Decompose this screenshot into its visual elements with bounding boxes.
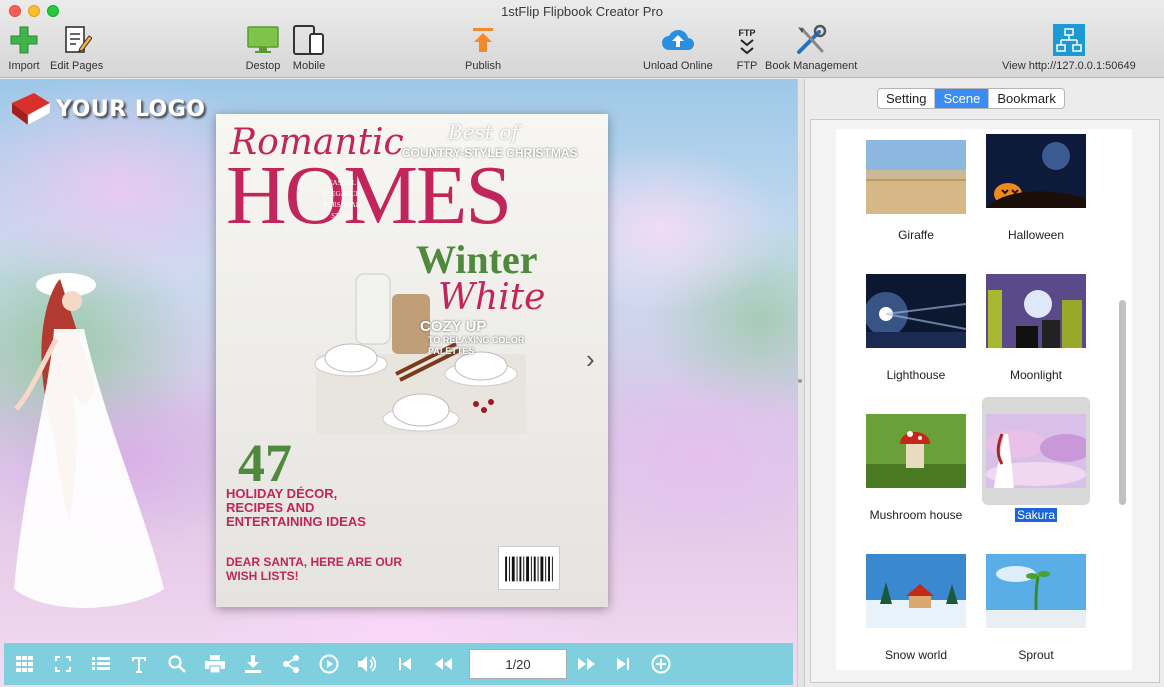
panel-tabs: Setting Scene Bookmark xyxy=(877,88,1065,109)
tab-bookmark[interactable]: Bookmark xyxy=(989,89,1064,108)
scene-label-sakura[interactable]: Sakura xyxy=(976,508,1096,522)
scene-thumb-giraffe[interactable] xyxy=(866,140,966,214)
scene-label-mushroom-house[interactable]: Mushroom house xyxy=(856,508,976,522)
book-logo-icon xyxy=(12,93,51,126)
scene-thumb-snow-world[interactable] xyxy=(866,554,966,628)
view-local-server-button[interactable]: View http://127.0.0.1:50649 xyxy=(1002,22,1136,74)
flipbook-stage[interactable]: YOUR LOGO Romantic Best of COUNTRY-STYLE… xyxy=(0,79,797,687)
scene-thumb-lighthouse[interactable] xyxy=(866,274,966,348)
cloud-upload-icon xyxy=(660,22,696,58)
text-icon[interactable] xyxy=(126,643,152,685)
print-icon[interactable] xyxy=(202,643,228,685)
ftp-button[interactable]: FTP FTP xyxy=(729,22,765,74)
plus-icon xyxy=(6,22,42,58)
scene-label-halloween[interactable]: Halloween xyxy=(976,228,1096,242)
mobile-button[interactable]: Mobile xyxy=(291,22,327,74)
edit-document-icon xyxy=(59,22,95,58)
table-of-contents-icon[interactable] xyxy=(88,643,114,685)
ftp-icon: FTP xyxy=(729,22,765,58)
scene-label-giraffe[interactable]: Giraffe xyxy=(856,228,976,242)
publish-icon xyxy=(465,22,501,58)
scene-thumb-sprout[interactable] xyxy=(986,554,1086,628)
title-bar: 1stFlip Flipbook Creator Pro Import Edit… xyxy=(0,0,1164,78)
page-number-input[interactable]: 1/20 xyxy=(469,649,567,679)
download-icon[interactable] xyxy=(240,643,266,685)
svg-text:FTP: FTP xyxy=(739,28,756,38)
window-title: 1stFlip Flipbook Creator Pro xyxy=(501,4,663,19)
scene-label-sprout[interactable]: Sprout xyxy=(976,648,1096,662)
share-icon[interactable] xyxy=(278,643,304,685)
scene-thumb-sakura[interactable] xyxy=(986,414,1086,488)
tab-scene[interactable]: Scene xyxy=(935,89,990,108)
flipbook-control-bar: 1/20 xyxy=(4,643,793,685)
upload-online-button[interactable]: Unload Online xyxy=(643,22,713,74)
desktop-button[interactable]: Destop xyxy=(245,22,281,74)
desktop-icon xyxy=(245,22,281,58)
thumbnails-icon[interactable] xyxy=(12,643,38,685)
splitter-handle-icon xyxy=(798,379,802,383)
scene-list-scrollbar[interactable] xyxy=(1119,300,1126,505)
sound-icon[interactable] xyxy=(354,643,380,685)
zoom-in-icon[interactable] xyxy=(648,643,674,685)
scene-thumb-mushroom-house[interactable] xyxy=(866,414,966,488)
next-page-arrow[interactable]: › xyxy=(586,344,595,375)
network-icon xyxy=(1051,22,1087,58)
barcode xyxy=(498,546,560,590)
scene-thumb-moonlight[interactable] xyxy=(986,274,1086,348)
fullscreen-icon[interactable] xyxy=(50,643,76,685)
mobile-devices-icon xyxy=(291,22,327,58)
book-management-button[interactable]: Book Management xyxy=(765,22,857,74)
import-button[interactable]: Import xyxy=(6,22,42,74)
publish-button[interactable]: Publish xyxy=(465,22,501,74)
splitter[interactable] xyxy=(797,79,805,687)
scene-label-snow-world[interactable]: Snow world xyxy=(856,648,976,662)
tools-icon xyxy=(793,22,829,58)
next-page-icon[interactable] xyxy=(572,643,602,685)
autoplay-icon[interactable] xyxy=(316,643,342,685)
tab-setting[interactable]: Setting xyxy=(878,89,936,108)
edit-pages-button[interactable]: Edit Pages xyxy=(50,22,103,74)
settings-panel: Setting Scene Bookmark xyxy=(806,79,1164,687)
magazine-cover[interactable]: Romantic Best of COUNTRY-STYLE CHRISTMAS… xyxy=(216,114,608,607)
previous-page-icon[interactable] xyxy=(428,643,458,685)
logo: YOUR LOGO xyxy=(8,91,206,127)
woman-illustration xyxy=(14,273,164,608)
first-page-icon[interactable] xyxy=(392,643,418,685)
scene-label-moonlight[interactable]: Moonlight xyxy=(976,368,1096,382)
scene-thumb-halloween[interactable] xyxy=(986,134,1086,208)
last-page-icon[interactable] xyxy=(610,643,636,685)
scene-label-lighthouse[interactable]: Lighthouse xyxy=(856,368,976,382)
search-icon[interactable] xyxy=(164,643,190,685)
